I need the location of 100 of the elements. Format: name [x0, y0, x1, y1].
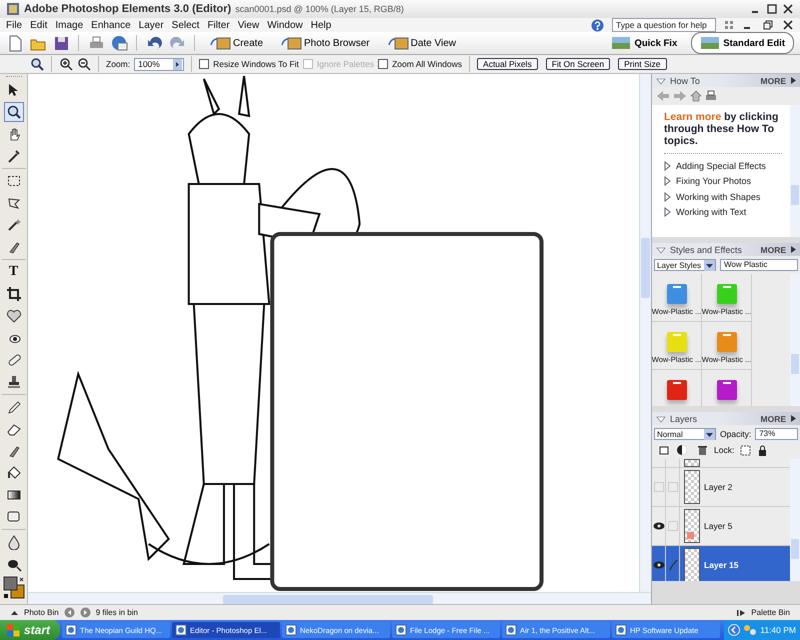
menu-item[interactable]: Layer [138, 20, 164, 30]
collapse-icon[interactable] [656, 414, 666, 422]
tray-icon[interactable] [743, 624, 758, 636]
color-swatches-icon[interactable] [2, 576, 24, 600]
checkbox[interactable] [378, 59, 388, 69]
landscape-icon[interactable] [700, 35, 720, 51]
eyedropper-icon[interactable] [6, 148, 22, 164]
more-arrow-icon[interactable] [791, 415, 796, 422]
arrow-frame-icon[interactable] [386, 35, 409, 51]
shortcut-button[interactable]: Create [203, 35, 270, 51]
more-arrow-icon[interactable] [791, 246, 796, 253]
start-button[interactable]: start [0, 620, 60, 640]
opacity-field[interactable]: 73% [755, 428, 798, 440]
option-button[interactable]: Fit On Screen [546, 58, 610, 70]
lock-transparency-icon[interactable] [740, 444, 752, 456]
panel-header[interactable]: How To MORE [652, 74, 800, 87]
arrow-right-icon[interactable] [173, 58, 182, 70]
eye-icon[interactable] [652, 522, 664, 530]
category-dropdown[interactable]: Layer Styles [654, 259, 716, 271]
menu-item[interactable]: Enhance [91, 20, 131, 30]
layer-row[interactable]: Layer 15 [652, 546, 790, 581]
expand-icon[interactable] [737, 608, 746, 616]
more-menu[interactable]: MORE [760, 244, 796, 254]
topic-link[interactable]: Working with Text [676, 207, 746, 218]
window-icon[interactable] [175, 624, 188, 636]
arrow-frame-icon[interactable] [209, 35, 231, 51]
zoom-field[interactable]: 100% [134, 58, 184, 70]
trash-icon[interactable] [696, 444, 708, 456]
new-layer-icon[interactable] [658, 444, 670, 456]
zoom-in-icon[interactable] [59, 57, 73, 71]
menu-item[interactable]: View [238, 20, 260, 30]
restore-icon[interactable] [762, 19, 774, 31]
flag-icon[interactable] [6, 623, 20, 637]
shortcut-button[interactable]: Date View [380, 35, 462, 51]
library-field[interactable]: Wow Plastic [720, 259, 798, 271]
collapse-icon[interactable] [656, 76, 666, 84]
topic-link[interactable]: Fixing Your Photos [676, 176, 752, 186]
visibility-toggle[interactable] [654, 482, 664, 492]
menu-item[interactable]: Select [172, 20, 200, 30]
crop-icon[interactable] [6, 286, 22, 302]
arrow-frame-icon[interactable] [280, 35, 302, 51]
help-field[interactable]: Type a question for help [612, 18, 716, 32]
topic-link[interactable]: Adding Special Effects [676, 160, 766, 171]
chevron-icon[interactable] [728, 624, 740, 636]
window-icon[interactable] [285, 624, 298, 636]
expand-icon[interactable] [10, 608, 19, 616]
scrollbar[interactable] [790, 459, 800, 581]
wand-icon[interactable] [6, 217, 22, 233]
panel-header[interactable]: Styles and Effects MORE [652, 243, 800, 256]
maximize-icon[interactable] [766, 3, 778, 15]
scrollbar[interactable] [28, 592, 651, 605]
heart-icon[interactable] [6, 308, 22, 324]
eye-icon[interactable] [652, 561, 664, 569]
window-icon[interactable] [505, 624, 518, 636]
scrollbar[interactable] [790, 274, 800, 406]
window-icon[interactable] [65, 624, 78, 636]
scrollbar[interactable] [639, 74, 651, 592]
drop-icon[interactable] [6, 534, 22, 550]
menu-item[interactable]: File [6, 20, 22, 30]
option-button[interactable]: Print Size [618, 58, 667, 70]
shortcut-button[interactable]: Photo Browser [274, 35, 376, 51]
mode-tab[interactable]: Quick Fix [602, 32, 686, 54]
checkbox[interactable] [199, 59, 210, 69]
grid-icon[interactable] [724, 20, 734, 30]
mode-tab[interactable]: Standard Edit [691, 32, 794, 54]
close-icon[interactable] [782, 19, 794, 31]
menu-item[interactable]: Window [267, 20, 303, 30]
help-icon[interactable] [591, 18, 604, 32]
blend-mode-dropdown[interactable]: Normal [654, 428, 716, 440]
link-toggle[interactable] [668, 482, 678, 492]
window-icon[interactable] [395, 624, 408, 636]
layer-row[interactable]: Layer 2 [652, 468, 790, 507]
type-tool[interactable]: T [8, 264, 18, 280]
landscape-icon[interactable] [611, 35, 632, 51]
collapse-icon[interactable] [656, 246, 666, 254]
pencil-icon[interactable] [6, 399, 22, 415]
previous-icon[interactable] [64, 607, 75, 618]
panel-header[interactable]: Layers MORE [652, 412, 800, 425]
dashed-rectangle-icon[interactable] [6, 173, 22, 189]
menu-item[interactable]: Filter [207, 20, 230, 30]
bucket-icon[interactable] [6, 465, 22, 481]
topic-link[interactable]: Working with Shapes [676, 192, 760, 202]
more-arrow-icon[interactable] [791, 77, 796, 84]
more-menu[interactable]: MORE [760, 414, 796, 424]
close-icon[interactable] [782, 3, 794, 15]
menu-item[interactable]: Image [55, 20, 84, 30]
zoom-icon[interactable] [30, 57, 44, 71]
scrollbar[interactable] [790, 105, 800, 237]
menu-item[interactable]: Help [310, 20, 332, 30]
globe-mail-icon[interactable] [110, 34, 128, 52]
printer-icon[interactable] [705, 90, 717, 102]
link-toggle[interactable] [668, 521, 678, 531]
zoom-out-icon[interactable] [77, 57, 91, 71]
zoom-icon[interactable] [6, 104, 22, 120]
next-icon[interactable] [80, 607, 91, 618]
more-menu[interactable]: MORE [760, 76, 796, 86]
stamp-icon[interactable] [6, 374, 22, 390]
window-icon[interactable] [615, 624, 628, 636]
adjustment-icon[interactable] [676, 444, 690, 456]
menu-item[interactable]: Edit [30, 20, 48, 30]
